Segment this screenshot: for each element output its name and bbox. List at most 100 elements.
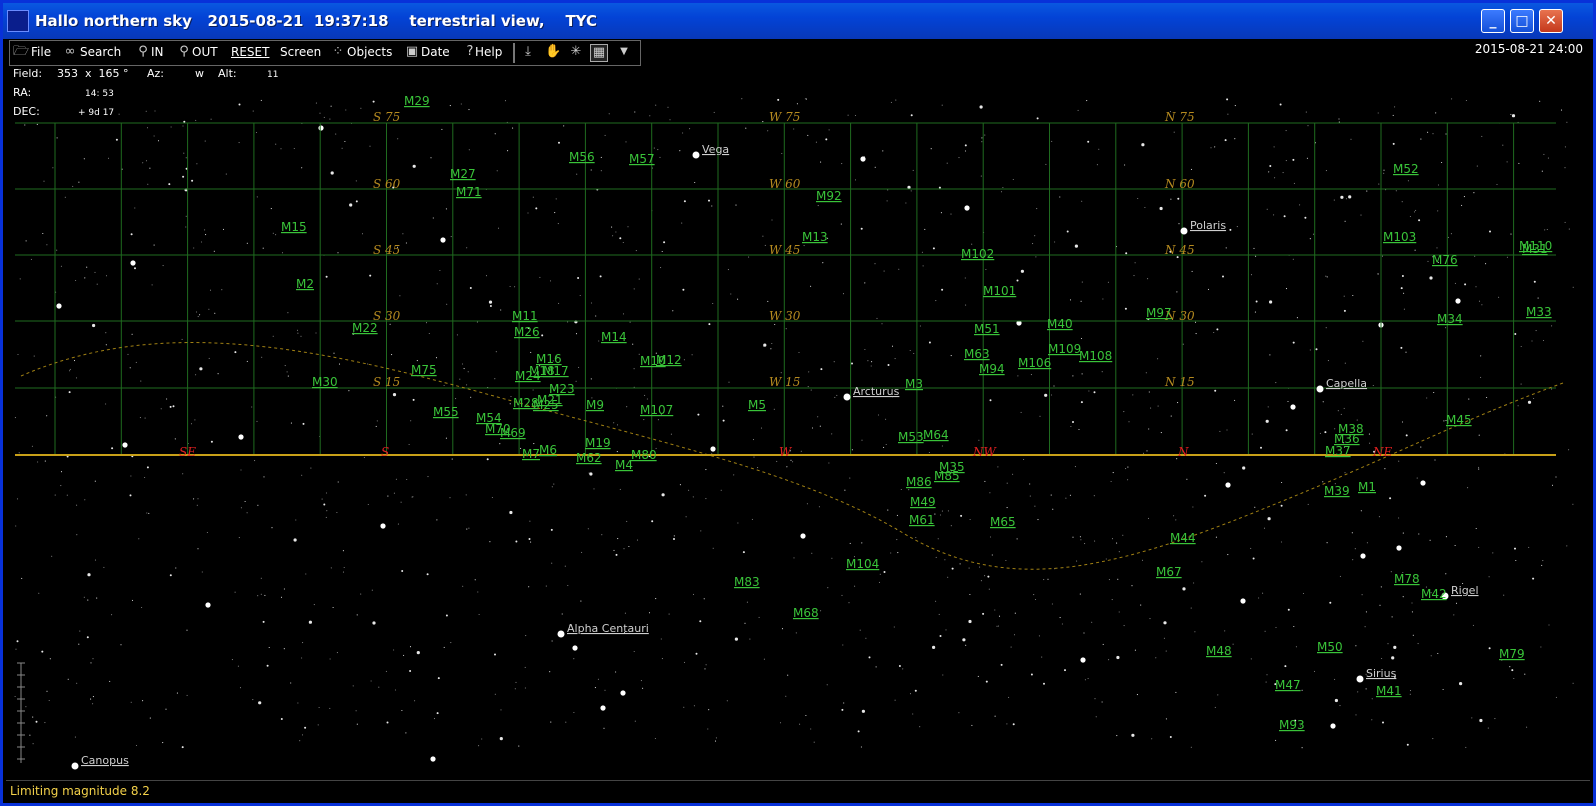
status-bar: Limiting magnitude 8.2	[6, 780, 1590, 800]
messier-object-label[interactable]: M37	[1325, 444, 1351, 458]
messier-object-label[interactable]: M45	[1446, 413, 1472, 427]
messier-object-label[interactable]: M47	[1275, 678, 1301, 692]
messier-object-label[interactable]: M83	[734, 575, 760, 589]
messier-object-label[interactable]: M4	[615, 458, 633, 472]
messier-object-label[interactable]: M27	[450, 167, 476, 181]
bright-star	[440, 237, 446, 243]
messier-object-label[interactable]: M3	[905, 377, 923, 391]
messier-object-label[interactable]: M6	[539, 443, 557, 457]
messier-object-label[interactable]: M94	[979, 362, 1005, 376]
bright-star	[860, 156, 866, 162]
bright-star	[122, 442, 128, 448]
messier-object-label[interactable]: M25	[533, 398, 559, 412]
messier-object-label[interactable]: M39	[1324, 484, 1350, 498]
messier-object-label[interactable]: M75	[411, 363, 437, 377]
messier-object-label[interactable]: M109	[1048, 342, 1081, 356]
messier-object-label[interactable]: M48	[1206, 644, 1232, 658]
named-star	[843, 393, 851, 401]
messier-object-label[interactable]: M49	[910, 495, 936, 509]
grid-label: S 60	[373, 177, 401, 191]
messier-object-label[interactable]: M69	[500, 426, 526, 440]
star-label[interactable]: Polaris	[1190, 219, 1226, 232]
horizon-direction-label: W	[779, 445, 793, 459]
messier-object-label[interactable]: M76	[1432, 253, 1458, 267]
grid-label: W 75	[769, 110, 800, 124]
messier-object-label[interactable]: M86	[906, 475, 932, 489]
messier-object-label[interactable]: M41	[1376, 684, 1402, 698]
messier-object-label[interactable]: M56	[569, 150, 595, 164]
messier-object-label[interactable]: M61	[909, 513, 935, 527]
messier-object-label[interactable]: M52	[1393, 162, 1419, 176]
messier-object-label[interactable]: M14	[601, 330, 627, 344]
messier-object-label[interactable]: M40	[1047, 317, 1073, 331]
named-star	[692, 151, 700, 159]
grid-label: S 45	[373, 243, 400, 257]
messier-object-label[interactable]: M71	[456, 185, 482, 199]
messier-object-label[interactable]: M97	[1146, 306, 1172, 320]
messier-object-label[interactable]: M26	[514, 325, 540, 339]
grid-label: N 60	[1164, 177, 1195, 191]
bright-star	[1455, 298, 1461, 304]
star-label[interactable]: Capella	[1326, 377, 1367, 390]
messier-object-label[interactable]: M106	[1018, 356, 1051, 370]
messier-object-label[interactable]: M7	[522, 447, 540, 461]
messier-object-label[interactable]: M9	[586, 398, 604, 412]
star-label[interactable]: Alpha Centauri	[567, 622, 649, 635]
messier-object-label[interactable]: M53	[898, 430, 924, 444]
named-star	[1356, 675, 1364, 683]
messier-object-label[interactable]: M24	[515, 369, 541, 383]
messier-object-label[interactable]: M67	[1156, 565, 1182, 579]
messier-object-label[interactable]: M31	[1522, 242, 1548, 256]
messier-object-label[interactable]: M19	[585, 436, 611, 450]
star-label[interactable]: Sirius	[1366, 667, 1397, 680]
messier-object-label[interactable]: M80	[631, 448, 657, 462]
bright-star	[1225, 482, 1231, 488]
star-label[interactable]: Canopus	[81, 754, 129, 767]
bright-star	[1420, 480, 1426, 486]
messier-object-label[interactable]: M102	[961, 247, 994, 261]
messier-object-label[interactable]: M57	[629, 152, 655, 166]
messier-object-label[interactable]: M42	[1421, 587, 1447, 601]
messier-object-label[interactable]: M101	[983, 284, 1016, 298]
messier-object-label[interactable]: M63	[964, 347, 990, 361]
messier-object-label[interactable]: M85	[934, 469, 960, 483]
star-label[interactable]: Arcturus	[853, 385, 900, 398]
bright-star	[964, 205, 970, 211]
messier-object-label[interactable]: M93	[1279, 718, 1305, 732]
messier-object-label[interactable]: M104	[846, 557, 879, 571]
messier-object-label[interactable]: M64	[923, 428, 949, 442]
messier-object-label[interactable]: M107	[640, 403, 673, 417]
messier-object-label[interactable]: M12	[656, 353, 682, 367]
messier-object-label[interactable]: M17	[543, 364, 569, 378]
messier-object-label[interactable]: M34	[1437, 312, 1463, 326]
messier-object-label[interactable]: M68	[793, 606, 819, 620]
grid-label: S 15	[373, 375, 400, 389]
messier-object-label[interactable]: M78	[1394, 572, 1420, 586]
messier-object-label[interactable]: M62	[576, 451, 602, 465]
messier-object-label[interactable]: M92	[816, 189, 842, 203]
messier-object-label[interactable]: M1	[1358, 480, 1376, 494]
messier-object-label[interactable]: M108	[1079, 349, 1112, 363]
messier-object-label[interactable]: M15	[281, 220, 307, 234]
messier-object-label[interactable]: M65	[990, 515, 1016, 529]
sky-chart[interactable]: S 75 W 75 N 75S 60 W 60 N 60S 45 W 45 N 45S 30…	[3, 3, 1593, 783]
star-label[interactable]: Vega	[702, 143, 729, 156]
messier-object-label[interactable]: M2	[296, 277, 314, 291]
messier-object-label[interactable]: M11	[512, 309, 538, 323]
bright-star	[572, 645, 578, 651]
messier-object-label[interactable]: M103	[1383, 230, 1416, 244]
messier-object-label[interactable]: M30	[312, 375, 338, 389]
grid-label: W 30	[769, 309, 801, 323]
messier-object-label[interactable]: M22	[352, 321, 378, 335]
bright-star	[1080, 657, 1086, 663]
messier-object-label[interactable]: M44	[1170, 531, 1196, 545]
messier-object-label[interactable]: M79	[1499, 647, 1525, 661]
messier-object-label[interactable]: M51	[974, 322, 1000, 336]
messier-object-label[interactable]: M33	[1526, 305, 1552, 319]
messier-object-label[interactable]: M13	[802, 230, 828, 244]
messier-object-label[interactable]: M50	[1317, 640, 1343, 654]
messier-object-label[interactable]: M29	[404, 94, 430, 108]
messier-object-label[interactable]: M55	[433, 405, 459, 419]
star-label[interactable]: Rigel	[1451, 584, 1479, 597]
messier-object-label[interactable]: M5	[748, 398, 766, 412]
